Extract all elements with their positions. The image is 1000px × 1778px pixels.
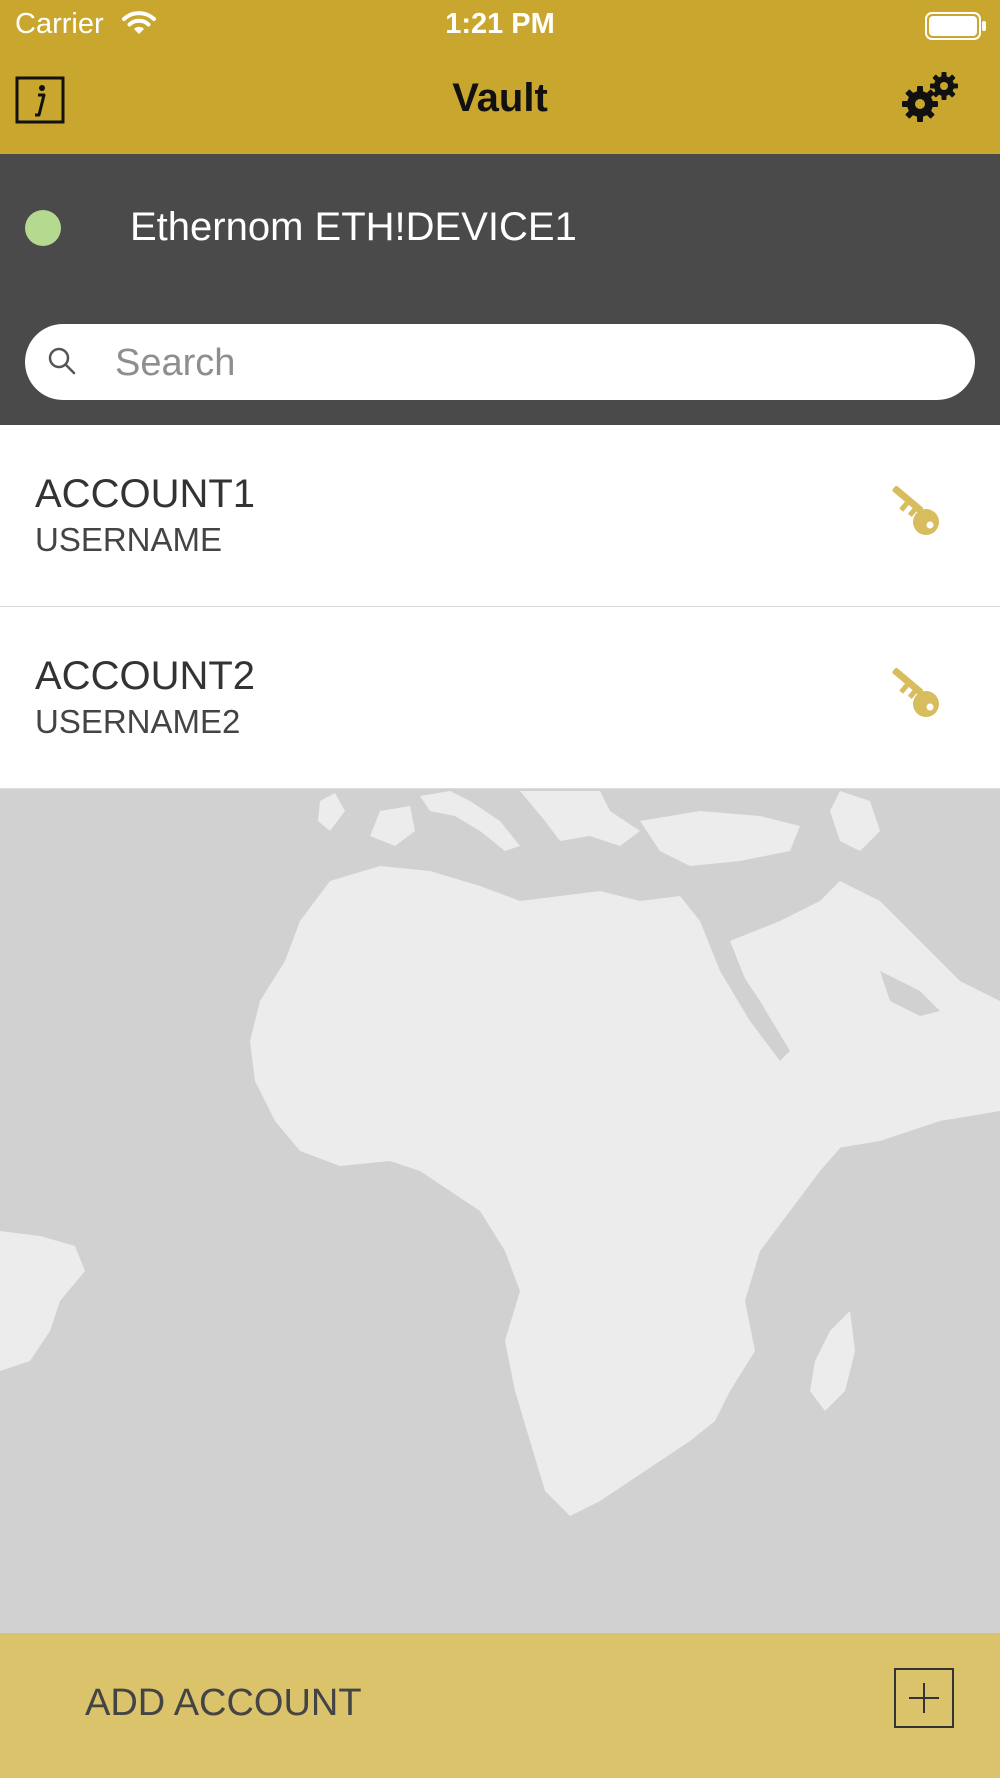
account-name: ACCOUNT2	[35, 654, 256, 698]
caucasus-landmass	[830, 791, 880, 851]
navigation-bar: Vault	[0, 50, 1000, 154]
key-icon[interactable]	[888, 667, 948, 732]
device-panel: Ethernom ETH!DEVICE1	[0, 154, 1000, 425]
account-row[interactable]: ACCOUNT1 USERNAME	[0, 425, 1000, 607]
clock: 1:21 PM	[445, 8, 555, 40]
iberia-landmass	[370, 806, 415, 846]
page-title: Vault	[452, 76, 548, 120]
gears-icon[interactable]	[898, 70, 964, 126]
world-map-background	[0, 791, 1000, 1633]
search-icon	[47, 346, 77, 381]
account-username: USERNAME2	[35, 703, 241, 740]
search-input[interactable]	[113, 332, 947, 394]
account-row[interactable]: ACCOUNT2 USERNAME2	[0, 607, 1000, 789]
madagascar-landmass	[810, 1311, 855, 1411]
plus-icon[interactable]	[894, 1668, 954, 1728]
add-account-bar[interactable]: ADD ACCOUNT	[0, 1633, 1000, 1778]
turkey-landmass	[640, 811, 800, 866]
balkans-landmass	[520, 791, 640, 846]
account-name: ACCOUNT1	[35, 472, 256, 516]
device-name: Ethernom ETH!DEVICE1	[130, 205, 577, 249]
key-icon[interactable]	[888, 485, 948, 550]
account-list: ACCOUNT1 USERNAME ACCOUNT2 USERNAME2	[0, 425, 1000, 789]
battery-icon	[925, 12, 987, 45]
connection-status-dot	[25, 210, 61, 246]
south-america-landmass	[0, 1231, 85, 1371]
add-account-label: ADD ACCOUNT	[85, 1682, 362, 1724]
italy-landmass	[420, 791, 520, 851]
account-username: USERNAME	[35, 521, 223, 558]
search-bar[interactable]	[25, 324, 975, 400]
status-bar: Carrier 1:21 PM	[0, 0, 1000, 50]
europe-landmass	[318, 793, 345, 831]
